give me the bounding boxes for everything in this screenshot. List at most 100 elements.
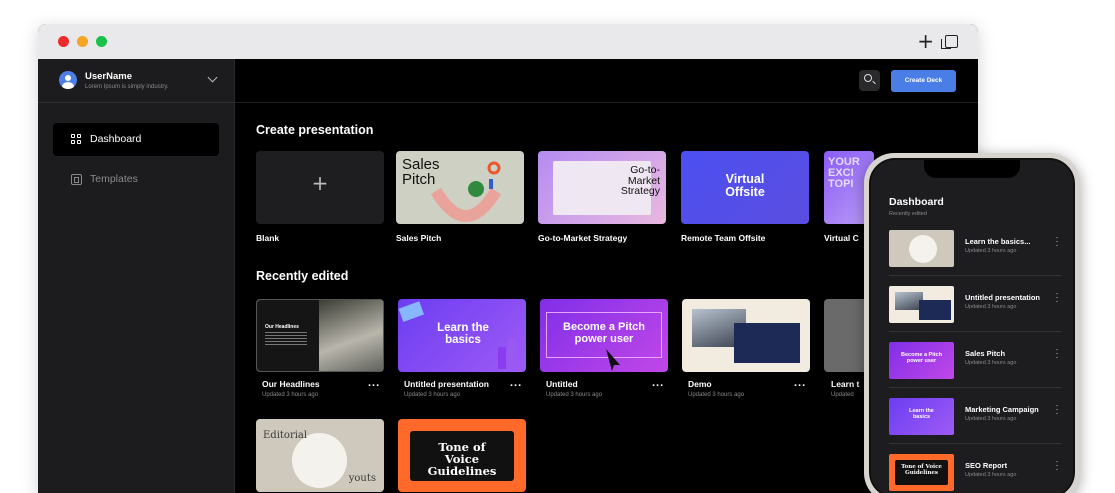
- thumbnail-panel: [919, 300, 951, 320]
- thumbnail-text: Learn the basics: [909, 408, 934, 420]
- phone-screen: Dashboard Recently edited Learn the basi…: [869, 158, 1075, 493]
- more-options-icon[interactable]: ...: [510, 377, 522, 389]
- create-deck-button[interactable]: Create Deck: [891, 70, 956, 92]
- more-options-icon[interactable]: ...: [794, 377, 806, 389]
- user-avatar-icon: [59, 71, 77, 89]
- more-options-icon[interactable]: ...: [368, 377, 380, 389]
- phone-item-name: Untitled presentation: [965, 293, 1041, 302]
- thumbnail-text: Learn the basics: [437, 322, 489, 346]
- grid-icon: [71, 134, 82, 145]
- create-section-title: Create presentation: [256, 123, 374, 137]
- thumbnail-text: Tone of Voice Guidelines: [901, 464, 942, 476]
- thumbnail-text: Editorial: [263, 430, 308, 441]
- plus-icon: +: [311, 171, 329, 195]
- more-options-icon[interactable]: · · ·: [1055, 457, 1059, 474]
- recent-label: Our Headlines: [262, 379, 320, 389]
- template-icon: [71, 174, 82, 185]
- thumbnail-text: Go-to-Market Strategy: [620, 164, 660, 197]
- template-label: Remote Team Offsite: [681, 233, 766, 243]
- recent-card-demo[interactable]: [682, 299, 810, 372]
- more-options-icon[interactable]: · · ·: [1055, 233, 1059, 250]
- template-label: Virtual C: [824, 233, 859, 243]
- phone-page-subtitle: Recently edited: [889, 211, 927, 217]
- thumbnail-panel: [734, 323, 800, 363]
- recent-updated: Updated 3 hours ago: [262, 392, 319, 398]
- phone-thumbnail: Become a Pitch power user: [889, 342, 954, 379]
- thumbnail-text-secondary: youts: [348, 473, 376, 484]
- phone-page-title: Dashboard: [889, 196, 944, 208]
- minimize-window-button[interactable]: [77, 36, 88, 47]
- phone-item-updated: Updated 3 hours ago: [965, 472, 1017, 478]
- search-icon: [864, 74, 872, 82]
- phone-item-updated: Updated 3 hours ago: [965, 416, 1017, 422]
- search-button[interactable]: [859, 70, 880, 91]
- template-card-go-to-market[interactable]: Go-to-Market Strategy: [538, 151, 666, 224]
- thumbnail-photo: [909, 235, 937, 263]
- search-icon-handle: [872, 80, 876, 85]
- close-window-button[interactable]: [58, 36, 69, 47]
- maximize-window-button[interactable]: [96, 36, 107, 47]
- more-options-icon[interactable]: · · ·: [1055, 401, 1059, 418]
- phone-notch: [924, 160, 1020, 178]
- phone-item-name: SEO Report: [965, 461, 1008, 470]
- phone-list-item[interactable]: Learn the basics... Updated 3 hours ago …: [889, 224, 1061, 276]
- tabs-overview-icon[interactable]: [941, 35, 958, 49]
- template-card-sales-pitch[interactable]: Sales Pitch: [396, 151, 524, 224]
- app-root: UserName Lorem Ipsum is simply industry.…: [38, 59, 978, 493]
- sales-pitch-art: [430, 161, 502, 222]
- sidebar-item-dashboard[interactable]: Dashboard: [53, 123, 219, 156]
- phone-thumbnail: [889, 286, 954, 323]
- recent-updated: Updated: [831, 392, 854, 398]
- sidebar-item-label: Dashboard: [90, 133, 142, 145]
- thumbnail-text: Become a Pitch power user: [901, 352, 942, 364]
- phone-list-item[interactable]: Untitled presentation Updated 3 hours ag…: [889, 280, 1061, 332]
- phone-list-item[interactable]: Tone of Voice Guidelines SEO Report Upda…: [889, 448, 1061, 493]
- top-bar: Create Deck: [235, 59, 978, 103]
- user-menu[interactable]: UserName Lorem Ipsum is simply industry.: [38, 59, 234, 103]
- user-name: UserName: [85, 71, 132, 82]
- phone-item-name: Sales Pitch: [965, 349, 1006, 358]
- cursor-icon: [606, 349, 620, 371]
- template-card-remote-offsite[interactable]: Virtual Offsite: [681, 151, 809, 224]
- browser-window: + UserName Lorem Ipsum is simply industr…: [38, 24, 978, 493]
- recent-updated: Updated 3 hours ago: [546, 392, 603, 398]
- recent-card-untitled-presentation[interactable]: Learn the basics: [398, 299, 526, 372]
- sidebar-item-templates[interactable]: Templates: [53, 163, 219, 196]
- recent-label: Learn t: [831, 379, 860, 389]
- phone-item-name: Marketing Campaign: [965, 405, 1039, 414]
- phone-item-updated: Updated 3 hours ago: [965, 304, 1017, 310]
- more-options-icon[interactable]: · · ·: [1055, 345, 1059, 362]
- recent-card-editorial[interactable]: Editorial youts: [256, 419, 384, 492]
- thumbnail-text: YOUR EXCI TOPI: [828, 156, 860, 190]
- chevron-down-icon[interactable]: [207, 72, 218, 83]
- sidebar: UserName Lorem Ipsum is simply industry.…: [38, 59, 235, 493]
- thumbnail-text: Tone of Voice Guidelines: [427, 440, 497, 478]
- thumbnail-photo: [319, 300, 383, 371]
- phone-thumbnail: Learn the basics: [889, 398, 954, 435]
- phone-item-name: Learn the basics...: [965, 237, 1031, 246]
- thumbnail-photo: [292, 433, 347, 488]
- more-options-icon[interactable]: ...: [652, 377, 664, 389]
- thumbnail-lines: [265, 332, 307, 346]
- recent-label: Demo: [688, 379, 712, 389]
- recent-label: Untitled presentation: [404, 379, 490, 389]
- thumbnail-text: Virtual Offsite: [725, 172, 765, 199]
- title-bar: +: [38, 24, 978, 59]
- new-tab-icon[interactable]: +: [917, 30, 934, 52]
- template-label: Blank: [256, 233, 280, 243]
- recent-card-untitled[interactable]: Become a Pitch power user: [540, 299, 668, 372]
- more-options-icon[interactable]: · · ·: [1055, 289, 1059, 306]
- thumbnail-text: Our Headlines: [265, 324, 299, 330]
- recent-label: Untitled: [546, 379, 578, 389]
- recent-card-tone-of-voice[interactable]: Tone of Voice Guidelines: [398, 419, 526, 492]
- recent-section-title: Recently edited: [256, 269, 349, 283]
- phone-mockup: Dashboard Recently edited Learn the basi…: [864, 153, 1080, 493]
- recent-card-our-headlines[interactable]: Our Headlines: [256, 299, 384, 372]
- phone-thumbnail: Tone of Voice Guidelines: [889, 454, 954, 491]
- phone-list-item[interactable]: Learn the basics Marketing Campaign Upda…: [889, 392, 1061, 444]
- phone-list-item[interactable]: Become a Pitch power user Sales Pitch Up…: [889, 336, 1061, 388]
- screenshot-stage: + UserName Lorem Ipsum is simply industr…: [0, 0, 1115, 493]
- recent-updated: Updated 3 hours ago: [688, 392, 745, 398]
- template-card-blank[interactable]: +: [256, 151, 384, 224]
- phone-item-updated: Updated 3 hours ago: [965, 248, 1017, 254]
